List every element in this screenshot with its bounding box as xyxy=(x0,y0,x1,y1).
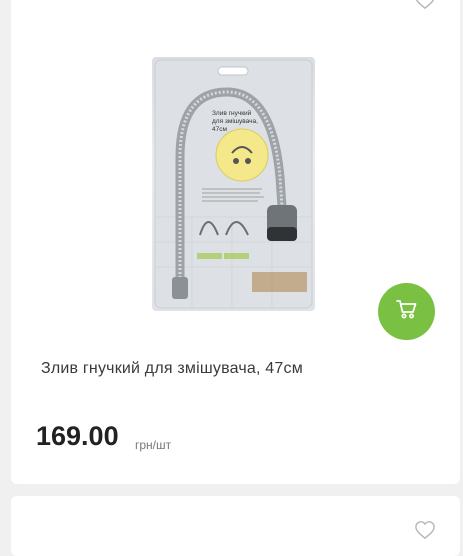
product-card[interactable]: Злив гнучкий для змішувача, 47см Злив гн… xyxy=(11,0,460,484)
next-product-card[interactable] xyxy=(11,496,460,556)
shopping-cart-icon xyxy=(395,297,419,326)
price-unit: грн/шт xyxy=(135,438,172,452)
wishlist-heart-icon[interactable] xyxy=(414,520,436,540)
add-to-cart-button[interactable] xyxy=(378,283,435,340)
product-image[interactable]: Злив гнучкий для змішувача, 47см xyxy=(152,57,315,311)
wishlist-heart-icon[interactable] xyxy=(414,0,436,10)
product-title[interactable]: Злив гнучкий для змішувача, 47см xyxy=(41,360,303,378)
product-price: 169.00 xyxy=(36,421,119,451)
